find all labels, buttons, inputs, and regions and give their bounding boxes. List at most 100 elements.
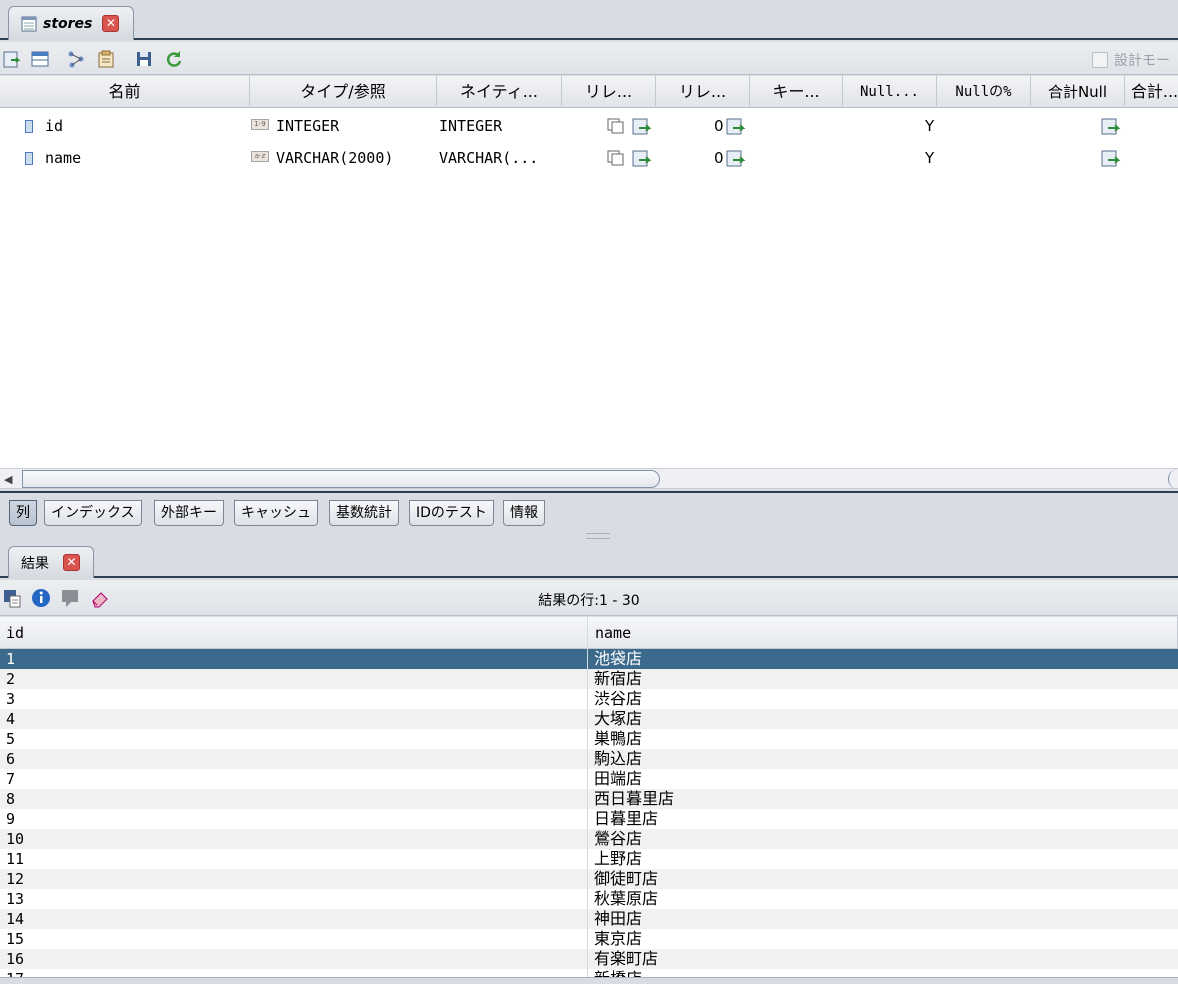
close-tab-icon[interactable]: ✕ — [102, 15, 120, 32]
cell-id: 10 — [6, 830, 25, 848]
table-row[interactable]: 11 上野店 — [0, 849, 1178, 869]
results-tab-strip: 結果 ✕ — [0, 540, 1178, 578]
column-row[interactable]: name a-z VARCHAR(2000) VARCHAR(... 0 Y — [0, 142, 1178, 174]
table-icon — [21, 16, 37, 31]
cell-id: 1 — [6, 650, 16, 668]
column-type: VARCHAR(2000) — [276, 149, 394, 167]
horizontal-scrollbar[interactable]: ◀ — [0, 468, 1178, 489]
export-icon[interactable] — [2, 49, 22, 69]
table-row[interactable]: 2 新宿店 — [0, 669, 1178, 689]
navigate-icon[interactable] — [726, 118, 746, 136]
header-native[interactable]: ネイティ... — [437, 76, 562, 108]
navigate-icon[interactable] — [726, 150, 746, 168]
refresh-icon[interactable] — [164, 49, 184, 69]
design-mode-checkbox[interactable] — [1092, 52, 1108, 68]
close-tab-icon[interactable]: ✕ — [63, 554, 80, 571]
tab-results[interactable]: 結果 ✕ — [8, 546, 94, 578]
table-row[interactable]: 15 東京店 — [0, 929, 1178, 949]
navigate-icon[interactable] — [632, 118, 652, 136]
cell-name: 池袋店 — [594, 649, 643, 668]
table-row[interactable]: 4 大塚店 — [0, 709, 1178, 729]
tab-info[interactable]: 情報 — [503, 500, 545, 526]
tab-columns[interactable]: 列 — [9, 500, 37, 526]
table-row[interactable]: 10 鶯谷店 — [0, 829, 1178, 849]
header-type[interactable]: タイプ/参照 — [250, 76, 437, 108]
column-type: INTEGER — [276, 117, 340, 135]
table-row[interactable]: 16 有楽町店 — [0, 949, 1178, 969]
table-row[interactable]: 6 駒込店 — [0, 749, 1178, 769]
tab-id-test[interactable]: IDのテスト — [409, 500, 494, 526]
header-total[interactable]: 合計... — [1125, 76, 1178, 108]
cell-name: 東京店 — [594, 929, 643, 948]
table-row[interactable]: 1 池袋店 — [0, 649, 1178, 669]
pane-splitter[interactable] — [586, 533, 610, 539]
navigate-icon[interactable] — [632, 150, 652, 168]
column-name: id — [45, 117, 64, 135]
header-id[interactable]: id — [0, 617, 588, 649]
properties-icon[interactable] — [96, 49, 116, 69]
copy-icon[interactable] — [607, 118, 625, 134]
header-relation-2[interactable]: リレ... — [656, 76, 750, 108]
scroll-left-icon[interactable]: ◀ — [4, 473, 12, 486]
column-name: name — [45, 149, 82, 167]
table-row[interactable]: 13 秋葉原店 — [0, 889, 1178, 909]
tab-foreign-keys[interactable]: 外部キー — [154, 500, 224, 526]
cell-name: 西日暮里店 — [594, 789, 675, 808]
results-toolbar: 結果の行:1 - 30 — [0, 580, 1178, 616]
scrollbar-end — [1168, 469, 1178, 489]
table-row[interactable]: 7 田端店 — [0, 769, 1178, 789]
cell-id: 9 — [6, 810, 16, 828]
graph-icon[interactable] — [66, 49, 86, 69]
relation-count: 0 — [714, 117, 724, 135]
columns-table: 名前 タイプ/参照 ネイティ... リレ... リレ... キー... Null… — [0, 76, 1178, 468]
header-name[interactable]: name — [588, 617, 1178, 649]
cell-name: 上野店 — [594, 849, 643, 868]
header-key[interactable]: キー... — [750, 76, 843, 108]
integer-type-icon: 1-9 — [251, 119, 269, 130]
copy-icon[interactable] — [607, 150, 625, 166]
cell-name: 新橋店 — [594, 969, 642, 977]
table-row[interactable]: 3 渋谷店 — [0, 689, 1178, 709]
scrollbar-thumb[interactable] — [22, 470, 660, 488]
header-name[interactable]: 名前 — [0, 76, 250, 108]
table-row[interactable]: 8 西日暮里店 — [0, 789, 1178, 809]
columns-toolbar: 設計モー — [0, 42, 1178, 75]
cell-id: 7 — [6, 770, 16, 788]
cell-id: 12 — [6, 870, 25, 888]
design-mode-toggle[interactable]: 設計モー — [1092, 50, 1170, 70]
table-row[interactable]: 12 御徒町店 — [0, 869, 1178, 889]
header-relation-1[interactable]: リレ... — [562, 76, 656, 108]
save-icon[interactable] — [134, 49, 154, 69]
table-row[interactable]: 5 巣鴨店 — [0, 729, 1178, 749]
tab-cache[interactable]: キャッシュ — [234, 500, 318, 526]
table-row[interactable]: 17 新橋店 — [0, 969, 1178, 977]
cell-name: 巣鴨店 — [594, 729, 643, 748]
result-row-count: 結果の行:1 - 30 — [538, 593, 640, 609]
cell-id: 14 — [6, 910, 25, 928]
cell-name: 鶯谷店 — [594, 829, 643, 848]
column-native-type: INTEGER — [439, 117, 503, 135]
tab-title: stores — [43, 15, 93, 32]
table-row[interactable]: 9 日暮里店 — [0, 809, 1178, 829]
table-row[interactable]: 14 神田店 — [0, 909, 1178, 929]
cell-name: 田端店 — [594, 769, 643, 788]
header-total-null[interactable]: 合計Null — [1031, 76, 1125, 108]
results-header: id name — [0, 617, 1178, 649]
navigate-icon[interactable] — [1101, 150, 1121, 168]
cell-id: 5 — [6, 730, 16, 748]
cell-id: 6 — [6, 750, 16, 768]
cell-name: 神田店 — [594, 909, 643, 928]
table-view-icon[interactable] — [30, 49, 50, 69]
column-divider — [587, 617, 588, 977]
tab-indexes[interactable]: インデックス — [44, 500, 142, 526]
cell-id: 16 — [6, 950, 25, 968]
header-null-percent[interactable]: Nullの% — [937, 76, 1031, 108]
cell-name: 渋谷店 — [594, 689, 643, 708]
header-null[interactable]: Null... — [843, 76, 937, 108]
cell-id: 13 — [6, 890, 25, 908]
column-row[interactable]: id 1-9 INTEGER INTEGER 0 Y — [0, 110, 1178, 142]
tab-stores[interactable]: stores ✕ — [8, 6, 134, 40]
navigate-icon[interactable] — [1101, 118, 1121, 136]
tab-cardinality-stats[interactable]: 基数統計 — [329, 500, 399, 526]
cell-id: 8 — [6, 790, 16, 808]
